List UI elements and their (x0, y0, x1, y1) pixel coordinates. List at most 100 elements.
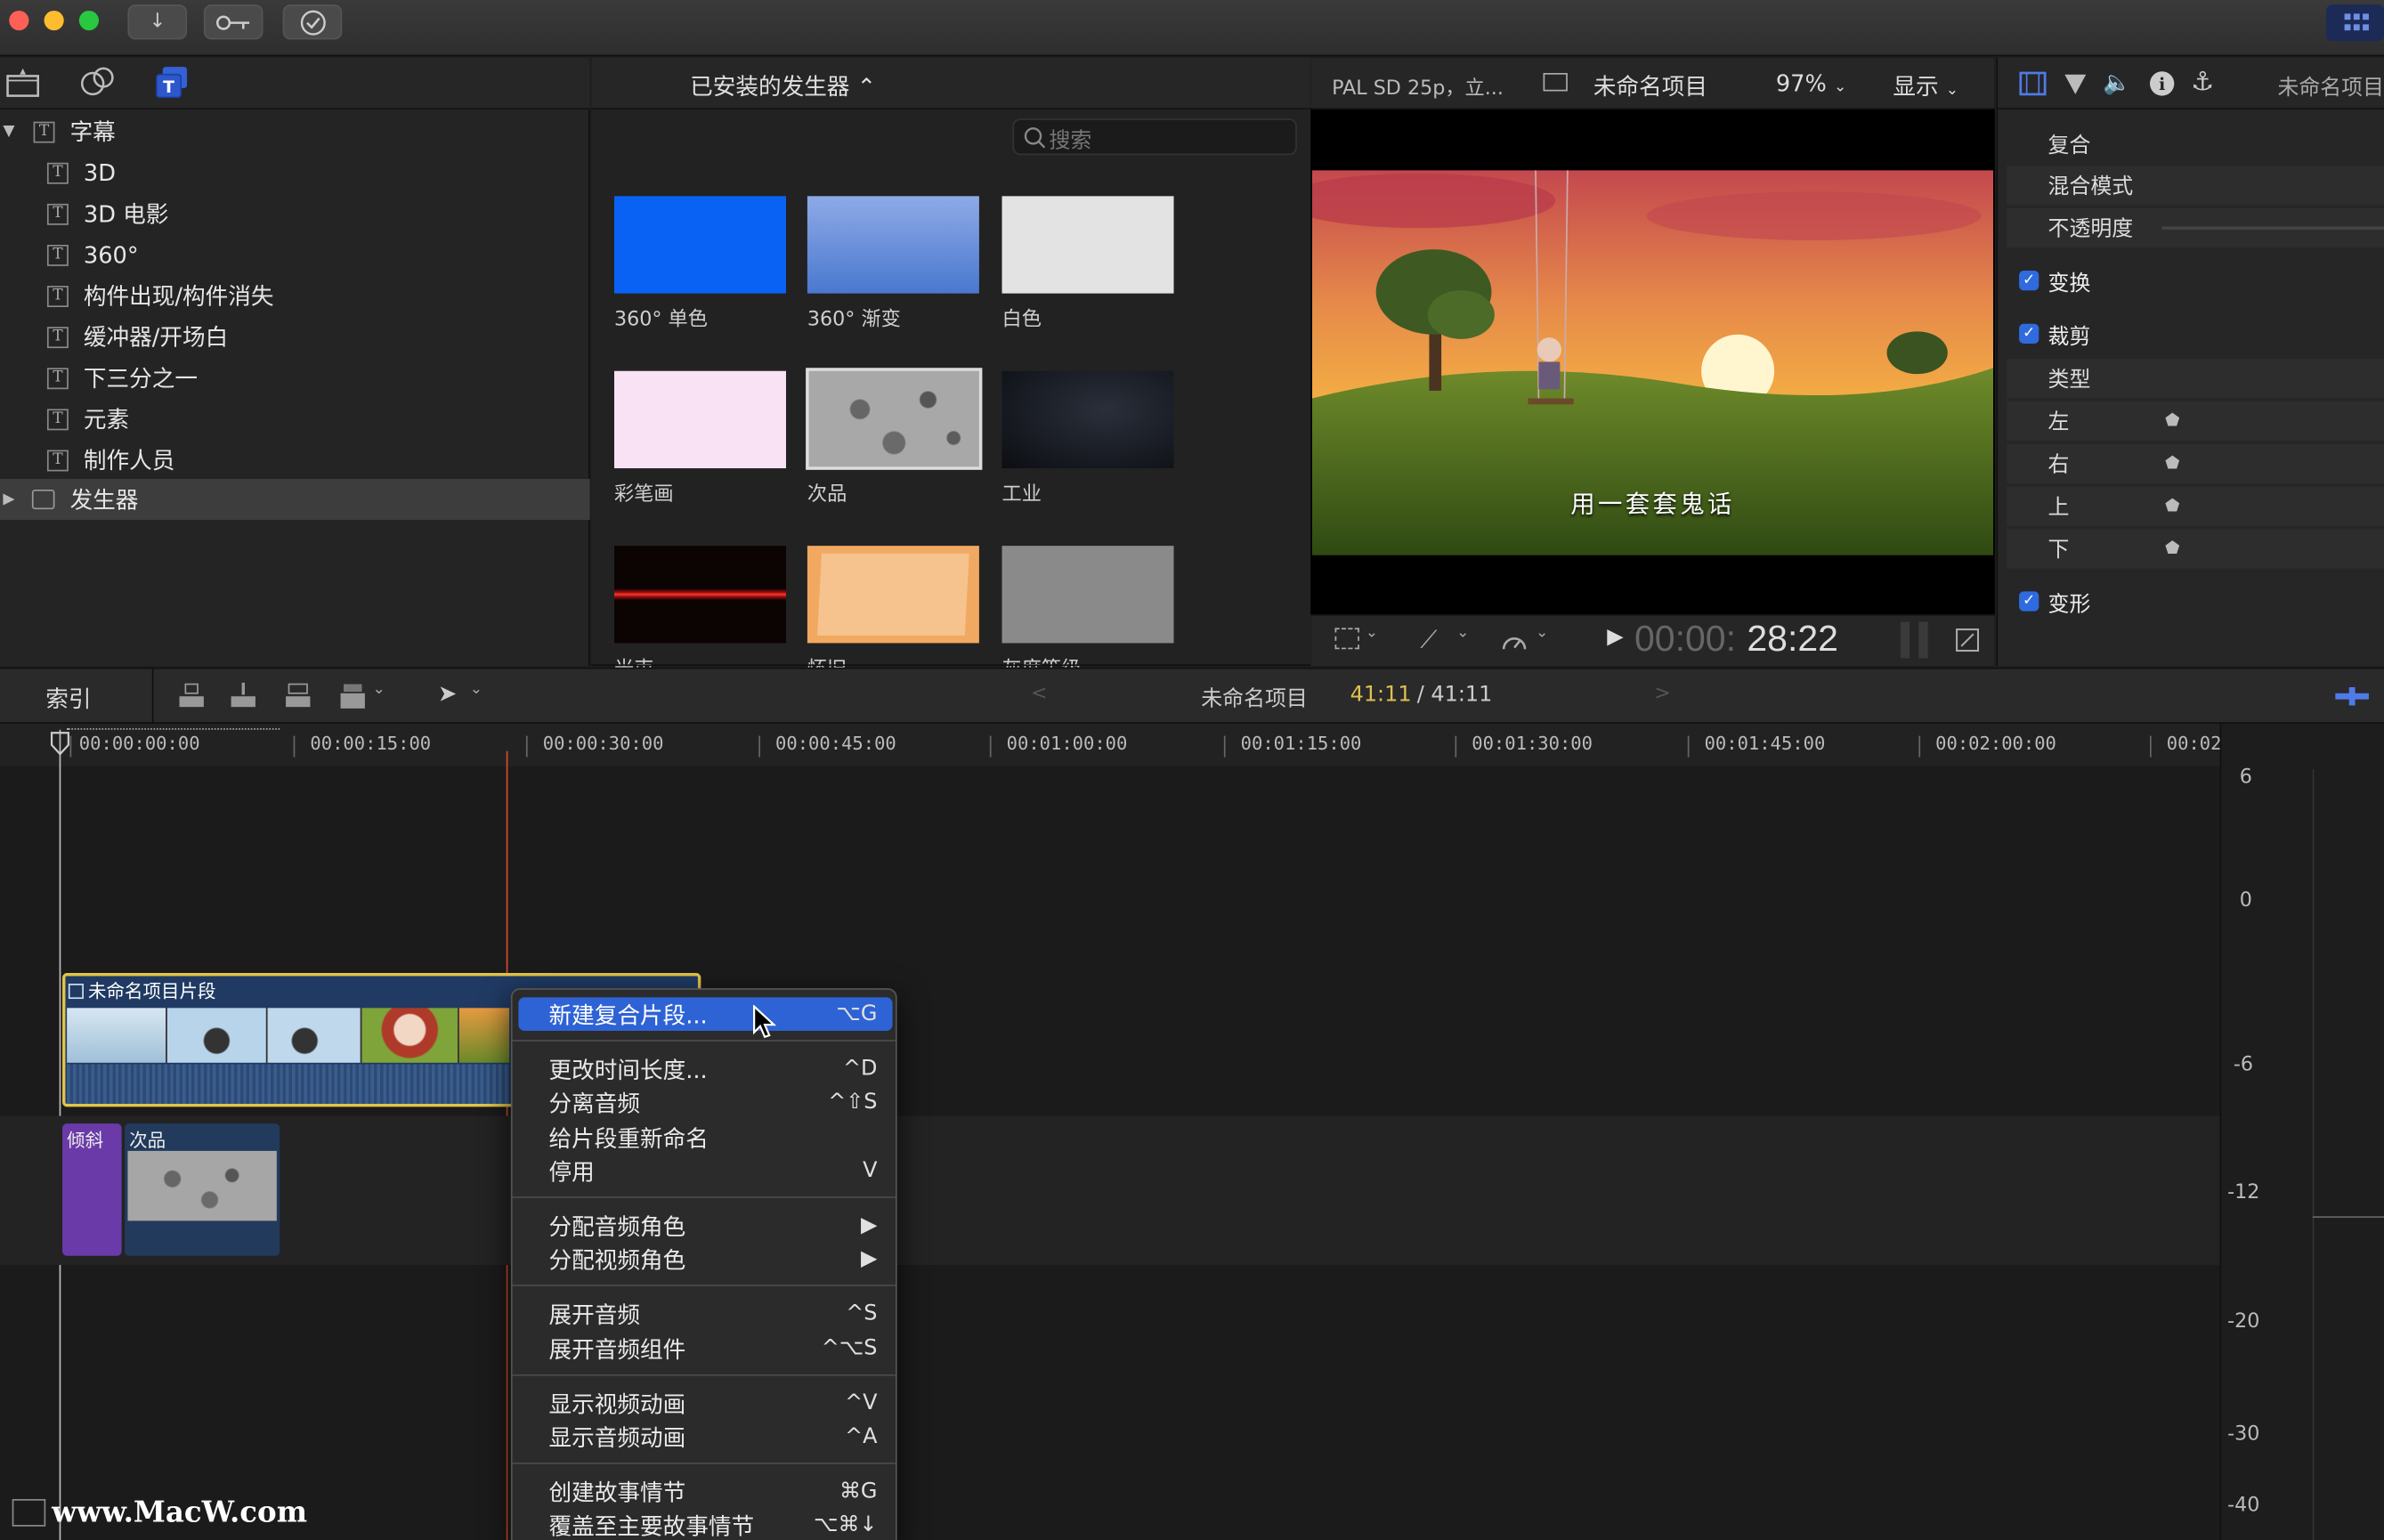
generator-thumb-360-gradient[interactable] (807, 196, 979, 294)
crop-type-row[interactable]: 类型 (2007, 359, 2384, 399)
library-item-generators[interactable]: ▶ 发生器 (0, 478, 590, 521)
opacity-row[interactable]: 不透明度 (2007, 207, 2384, 248)
video-inspector-icon[interactable] (2019, 71, 2047, 96)
distort-section-title[interactable]: 变形 (2048, 588, 2091, 619)
minimize-window-button[interactable] (44, 10, 64, 31)
distort-checkbox[interactable]: ✓ (2019, 591, 2039, 612)
library-item-lower-thirds[interactable]: T 下三分之一 (0, 357, 590, 398)
transform-checkbox[interactable]: ✓ (2019, 271, 2039, 291)
timeline-position: 41:11 (1350, 682, 1412, 708)
generator-clip-thumb (127, 1150, 277, 1221)
chevron-down-icon[interactable]: ⌄ (372, 681, 385, 698)
info-icon[interactable]: i (2148, 70, 2176, 98)
insert-clip-icon[interactable] (228, 681, 258, 711)
menu-item-assign-audio-roles[interactable]: 分配音频角色 ▶ (518, 1209, 892, 1243)
library-item-3d-movie[interactable]: T 3D 电影 (0, 193, 590, 234)
zoom-window-button[interactable] (78, 10, 100, 31)
chevron-down-icon[interactable]: ⌄ (1456, 625, 1469, 642)
crop-checkbox[interactable]: ✓ (2019, 323, 2039, 344)
disclosure-down-icon[interactable]: ▼ (3, 123, 14, 140)
library-item-bumper-opener[interactable]: T 缓冲器/开场白 (0, 316, 590, 357)
generator-thumb-grayscale[interactable] (1001, 546, 1174, 644)
menu-item-create-storyline[interactable]: 创建故事情节 ⌘G (518, 1475, 892, 1509)
keyword-button[interactable] (203, 4, 264, 40)
library-item-build-in-out[interactable]: T 构件出现/构件消失 (0, 275, 590, 316)
menu-item-disable[interactable]: 停用 V (518, 1154, 892, 1187)
menu-item-change-duration[interactable]: 更改时间长度... ^D (518, 1052, 892, 1086)
audio-meter-mini (1918, 621, 1928, 659)
forward-arrow-icon[interactable]: > (1654, 683, 1671, 706)
append-clip-icon[interactable] (283, 681, 313, 711)
titles-generators-tab[interactable]: T (153, 64, 190, 101)
crop-top-row[interactable]: 上 ⬟ (2007, 486, 2384, 526)
workspace-button[interactable] (2326, 4, 2384, 42)
chevron-down-icon[interactable]: ⌄ (1536, 625, 1548, 642)
transform-section-title[interactable]: 变换 (2048, 268, 2091, 298)
menu-item-overwrite-to-primary[interactable]: 覆盖至主要故事情节 ⌥⌘↓ (518, 1508, 892, 1540)
generator-thumb-vintage[interactable] (807, 546, 979, 644)
menu-item-show-audio-animation[interactable]: 显示音频动画 ^A (518, 1420, 892, 1454)
crop-section-title[interactable]: 裁剪 (2048, 320, 2091, 351)
photos-audio-tab[interactable] (79, 65, 116, 99)
generator-thumb-beam[interactable] (613, 546, 786, 644)
back-arrow-icon[interactable]: < (1031, 683, 1048, 706)
menu-item-assign-video-roles[interactable]: 分配视频角色 ▶ (518, 1242, 892, 1276)
crop-right-row[interactable]: 右 ⬟ (2007, 443, 2384, 484)
generator-category-popup[interactable]: 已安装的发生器 ⌃ (591, 70, 974, 102)
generator-clip[interactable]: 次品 (125, 1123, 280, 1256)
audio-inspector-icon[interactable]: 🔈 (2103, 69, 2131, 96)
library-item-elements[interactable]: T 元素 (0, 398, 590, 439)
timeline-index-button[interactable]: 索引 (45, 683, 91, 715)
libraries-tab[interactable] (6, 65, 40, 99)
menu-item-detach-audio[interactable]: 分离音频 ^⇧S (518, 1085, 892, 1119)
chevron-down-icon[interactable]: ⌄ (470, 681, 482, 698)
enhance-wand-icon[interactable]: ⟋ (1420, 625, 1437, 655)
select-tool-icon[interactable]: ➤ (438, 679, 457, 707)
library-item-credits[interactable]: T 制作人员 (0, 440, 590, 481)
generator-thumb-white[interactable] (1001, 196, 1174, 294)
generator-thumb-defect[interactable] (806, 368, 983, 470)
timeline-ruler[interactable]: 00:00:00:00 00:00:15:00 00:00:30:00 00:0… (0, 723, 2221, 766)
generator-thumb-industrial[interactable] (1001, 370, 1174, 469)
keyframe-icon[interactable]: ⬟ (2165, 539, 2179, 558)
menu-item-show-video-animation[interactable]: 显示视频动画 ^V (518, 1387, 892, 1421)
import-button[interactable]: ↓ (127, 4, 188, 40)
keyframe-icon[interactable]: ⬟ (2165, 453, 2179, 473)
filter-inspector-icon[interactable] (2064, 71, 2088, 95)
menu-item-expand-audio-components[interactable]: 展开音频组件 ^⌥S (518, 1332, 892, 1366)
generator-thumb-360-solid[interactable] (613, 196, 786, 294)
speed-gauge-icon[interactable] (1499, 628, 1529, 655)
play-button[interactable]: ▶ (1607, 625, 1623, 649)
chevron-down-icon[interactable]: ⌄ (1366, 625, 1378, 642)
playhead-marker-icon[interactable] (50, 732, 69, 756)
disclosure-right-icon[interactable]: ▶ (3, 491, 14, 508)
transition-clip[interactable]: 倾斜 (62, 1123, 122, 1256)
menu-item-rename-clip[interactable]: 给片段重新命名 (518, 1121, 892, 1155)
photos-audio-icon (80, 67, 114, 96)
zoom-popup[interactable]: 97% ⌄ (1776, 70, 1846, 98)
transition-clip-label: 倾斜 (67, 1129, 104, 1151)
menu-item-expand-audio[interactable]: 展开音频 ^S (518, 1297, 892, 1331)
search-field[interactable]: 搜索 (1012, 118, 1297, 156)
close-window-button[interactable] (9, 10, 29, 31)
display-popup[interactable]: 显示 ⌄ (1893, 70, 1958, 102)
generator-thumb-pastel[interactable] (613, 370, 786, 469)
connect-clip-icon[interactable] (176, 681, 207, 711)
library-item-3d[interactable]: T 3D (0, 152, 590, 193)
timeline[interactable]: 00:00:00:00 00:00:15:00 00:00:30:00 00:0… (0, 723, 2384, 1540)
crop-bottom-row[interactable]: 下 ⬟ (2007, 529, 2384, 569)
library-item-360[interactable]: T 360° (0, 234, 590, 275)
transform-tool-icon[interactable] (1334, 628, 1359, 650)
crop-left-row[interactable]: 左 ⬟ (2007, 401, 2384, 442)
background-tasks-button[interactable] (282, 4, 343, 40)
keyframe-icon[interactable]: ⬟ (2165, 410, 2179, 430)
menu-item-new-compound-clip[interactable]: 新建复合片段... ⌥G (518, 997, 893, 1031)
overwrite-clip-icon[interactable] (337, 681, 368, 711)
keyframe-icon[interactable]: ⬟ (2165, 496, 2179, 515)
audio-meters-toggle-icon[interactable] (2334, 685, 2371, 709)
share-inspector-icon[interactable]: ⚓ (2191, 67, 2214, 97)
fullscreen-icon[interactable] (1955, 628, 1980, 652)
library-item-subtitles[interactable]: ▼ T 字幕 (0, 111, 590, 152)
blend-mode-row[interactable]: 混合模式 (2007, 166, 2384, 206)
compound-clip-icon (68, 984, 84, 1000)
